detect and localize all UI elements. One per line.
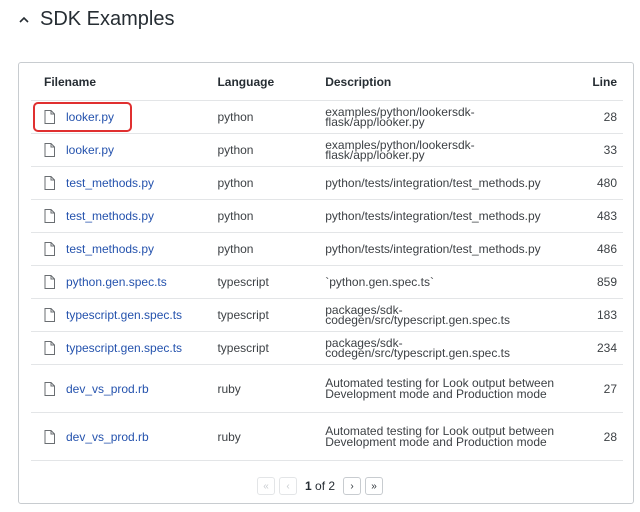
description-cell: Automated testing for Look output betwee… bbox=[325, 412, 574, 461]
language-cell: python bbox=[217, 199, 326, 233]
description-text: examples/python/lookersdk-flask/app/look… bbox=[325, 137, 475, 162]
file-link[interactable]: typescript.gen.spec.ts bbox=[66, 341, 182, 355]
language-cell: python bbox=[217, 133, 326, 167]
file-icon bbox=[44, 110, 55, 124]
prev-page-button[interactable]: ‹ bbox=[279, 477, 297, 495]
table-row: dev_vs_prod.rb ruby Automated testing for … bbox=[31, 364, 623, 413]
description-text: packages/sdk-codegen/src/typescript.gen.… bbox=[325, 302, 510, 327]
description-cell: examples/python/lookersdk-flask/app/look… bbox=[325, 100, 574, 134]
table-row: typescript.gen.spec.ts typescript packages… bbox=[31, 331, 623, 365]
description-text: python/tests/integration/test_methods.py bbox=[325, 241, 541, 256]
page-total: of 2 bbox=[315, 479, 336, 493]
file-link[interactable]: test_methods.py bbox=[66, 176, 154, 190]
last-page-button[interactable]: » bbox=[365, 477, 384, 495]
file-icon bbox=[44, 381, 55, 396]
language-cell: ruby bbox=[217, 364, 326, 413]
filename-cell: looker.py bbox=[31, 100, 218, 134]
section-title: SDK Examples bbox=[40, 8, 175, 30]
table-row: dev_vs_prod.rb ruby Automated testing for … bbox=[31, 412, 623, 461]
line-cell: 183 bbox=[573, 298, 623, 332]
file-link[interactable]: typescript.gen.spec.ts bbox=[66, 308, 182, 322]
language-cell: typescript bbox=[217, 331, 326, 365]
language-cell: python bbox=[217, 232, 326, 266]
language-cell: python bbox=[217, 166, 326, 200]
language-cell: typescript bbox=[217, 265, 326, 299]
table-row: test_methods.py python python/tests/integr… bbox=[31, 166, 623, 200]
header-line: Line bbox=[573, 63, 623, 101]
table-row: python.gen.spec.ts typescript `python.gen.… bbox=[31, 265, 623, 299]
filename-cell: dev_vs_prod.rb bbox=[31, 364, 218, 413]
description-text: examples/python/lookersdk-flask/app/look… bbox=[325, 104, 475, 129]
description-cell: python/tests/integration/test_methods.py bbox=[325, 232, 574, 266]
table-row: looker.py python examples/python/lookersdk… bbox=[31, 100, 623, 134]
table-row: looker.py python examples/python/lookersdk… bbox=[31, 133, 623, 167]
header-language: Language bbox=[217, 63, 326, 101]
description-cell: `python.gen.spec.ts` bbox=[325, 265, 574, 299]
filename-cell: test_methods.py bbox=[31, 199, 218, 233]
language-cell: python bbox=[217, 100, 326, 134]
description-text: Automated testing for Look output betwee… bbox=[325, 424, 555, 449]
filename-cell: dev_vs_prod.rb bbox=[31, 412, 218, 461]
filename-cell: test_methods.py bbox=[31, 232, 218, 266]
line-cell: 859 bbox=[573, 265, 623, 299]
file-link[interactable]: looker.py bbox=[66, 143, 114, 157]
chevron-up-icon[interactable] bbox=[18, 14, 30, 26]
file-link[interactable]: python.gen.spec.ts bbox=[66, 275, 167, 289]
file-icon bbox=[44, 209, 55, 223]
file-link[interactable]: dev_vs_prod.rb bbox=[66, 430, 149, 444]
file-icon bbox=[44, 143, 55, 157]
file-icon bbox=[44, 242, 55, 256]
description-text: packages/sdk-codegen/src/typescript.gen.… bbox=[325, 335, 510, 360]
file-icon bbox=[44, 308, 55, 322]
description-cell: python/tests/integration/test_methods.py bbox=[325, 199, 574, 233]
language-cell: ruby bbox=[217, 412, 326, 461]
current-page: 1 bbox=[305, 479, 312, 493]
header-description: Description bbox=[325, 63, 574, 101]
header-filename: Filename bbox=[31, 63, 218, 101]
sdk-examples-table: Filename Language Description Line looke… bbox=[31, 63, 623, 461]
file-link[interactable]: test_methods.py bbox=[66, 242, 154, 256]
first-page-button[interactable]: « bbox=[257, 477, 275, 495]
description-text: `python.gen.spec.ts` bbox=[325, 274, 434, 289]
filename-cell: looker.py bbox=[31, 133, 218, 167]
table-row: typescript.gen.spec.ts typescript packages… bbox=[31, 298, 623, 332]
line-cell: 27 bbox=[573, 364, 623, 413]
file-link[interactable]: test_methods.py bbox=[66, 209, 154, 223]
line-cell: 28 bbox=[573, 100, 623, 134]
line-cell: 28 bbox=[573, 412, 623, 461]
pagination: « ‹ 1 of 2 › » bbox=[257, 477, 384, 495]
description-cell: packages/sdk-codegen/src/typescript.gen.… bbox=[325, 331, 574, 365]
file-icon bbox=[44, 176, 55, 190]
language-cell: typescript bbox=[217, 298, 326, 332]
file-icon bbox=[44, 275, 55, 289]
description-cell: packages/sdk-codegen/src/typescript.gen.… bbox=[325, 298, 574, 332]
description-text: Automated testing for Look output betwee… bbox=[325, 376, 555, 401]
description-cell: Automated testing for Look output betwee… bbox=[325, 364, 574, 413]
file-icon bbox=[44, 429, 55, 444]
sdk-examples-table-card: Filename Language Description Line looke… bbox=[18, 62, 634, 504]
table-header-row: Filename Language Description Line bbox=[31, 63, 623, 101]
section-header[interactable]: SDK Examples bbox=[18, 8, 175, 31]
line-cell: 483 bbox=[573, 199, 623, 233]
line-cell: 486 bbox=[573, 232, 623, 266]
filename-cell: python.gen.spec.ts bbox=[31, 265, 218, 299]
line-cell: 234 bbox=[573, 331, 623, 365]
file-icon bbox=[44, 341, 55, 355]
description-text: python/tests/integration/test_methods.py bbox=[325, 175, 541, 190]
filename-cell: typescript.gen.spec.ts bbox=[31, 298, 218, 332]
next-page-button[interactable]: › bbox=[343, 477, 362, 495]
line-cell: 480 bbox=[573, 166, 623, 200]
table-row: test_methods.py python python/tests/integr… bbox=[31, 232, 623, 266]
file-link[interactable]: looker.py bbox=[66, 110, 114, 124]
description-cell: python/tests/integration/test_methods.py bbox=[325, 166, 574, 200]
filename-cell: test_methods.py bbox=[31, 166, 218, 200]
file-link[interactable]: dev_vs_prod.rb bbox=[66, 382, 149, 396]
filename-cell: typescript.gen.spec.ts bbox=[31, 331, 218, 365]
description-text: python/tests/integration/test_methods.py bbox=[325, 208, 541, 223]
description-cell: examples/python/lookersdk-flask/app/look… bbox=[325, 133, 574, 167]
table-row: test_methods.py python python/tests/integr… bbox=[31, 199, 623, 233]
line-cell: 33 bbox=[573, 133, 623, 167]
